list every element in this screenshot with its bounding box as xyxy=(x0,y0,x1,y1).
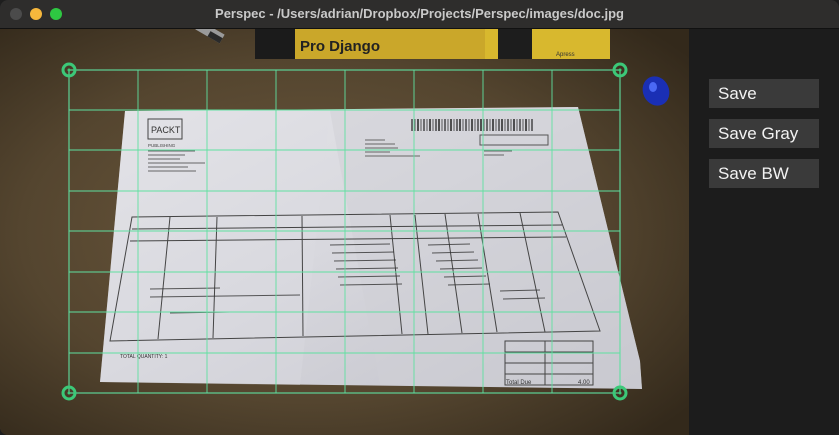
total-value: 4.00 xyxy=(578,380,590,386)
corner-handle-top-right[interactable] xyxy=(612,62,628,78)
doc-logo-sub: PUBLISHING xyxy=(148,143,176,148)
save-button[interactable]: Save xyxy=(709,79,819,108)
book-publisher-text: Apress xyxy=(556,52,575,58)
book-image: Pro Django Apress xyxy=(255,29,610,59)
barcode xyxy=(411,119,533,131)
title-bar: Perspec - /Users/adrian/Dropbox/Projects… xyxy=(0,0,839,29)
footer-text: TOTAL QUANTITY: 1 xyxy=(120,354,168,360)
book-title-text: Pro Django xyxy=(300,38,380,55)
side-panel: Save Save Gray Save BW xyxy=(689,29,839,435)
document-paper: PACKT PUBLISHING Total Due 4.00 TOTAL QU… xyxy=(100,107,642,389)
doc-logo: PACKT xyxy=(151,125,181,135)
save-bw-button[interactable]: Save BW xyxy=(709,159,819,188)
corner-handle-bottom-left[interactable] xyxy=(61,385,77,401)
corner-handle-bottom-right[interactable] xyxy=(612,385,628,401)
window-title: Perspec - /Users/adrian/Dropbox/Projects… xyxy=(215,6,624,21)
photo-view: Pro Django Apress PACKT PUBLISHING Total… xyxy=(0,29,689,435)
save-gray-button[interactable]: Save Gray xyxy=(709,119,819,148)
total-label: Total Due xyxy=(506,380,532,386)
corner-handle-top-left[interactable] xyxy=(61,62,77,78)
image-canvas[interactable]: Pro Django Apress PACKT PUBLISHING Total… xyxy=(0,29,689,435)
app-window: Perspec - /Users/adrian/Dropbox/Projects… xyxy=(0,0,839,435)
